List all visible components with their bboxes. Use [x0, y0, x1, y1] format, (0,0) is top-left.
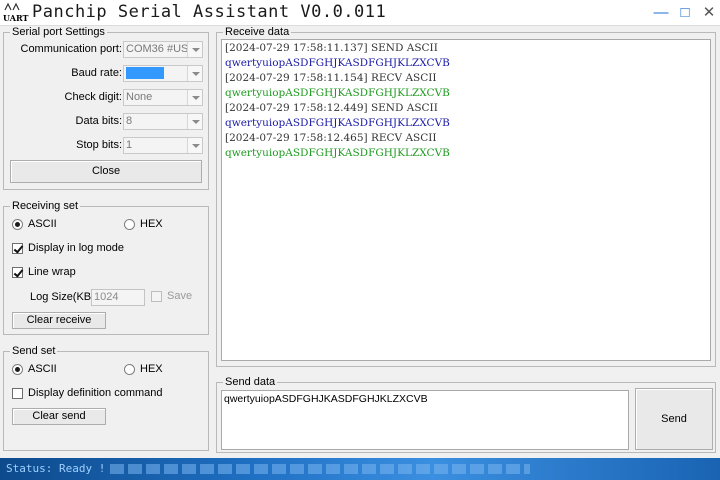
- data-bits-value: 8: [126, 115, 133, 127]
- send-ascii-label: ASCII: [28, 363, 57, 375]
- clear-send-button-label: Clear send: [32, 410, 86, 422]
- send-set-title: Send set: [10, 345, 58, 358]
- send-ascii-radio[interactable]: [12, 364, 23, 375]
- receive-hex-label: HEX: [140, 218, 163, 230]
- log-line: [2024-07-29 17:58:12.449] SEND ASCII: [222, 101, 710, 116]
- close-port-button-label: Close: [91, 165, 121, 177]
- log-line: [2024-07-29 17:58:12.465] RECV ASCII: [222, 131, 710, 146]
- chevron-down-icon[interactable]: [187, 66, 202, 81]
- log-line-text: [2024-07-29 17:58:11.137] SEND ASCII: [225, 42, 438, 54]
- log-line: [2024-07-29 17:58:11.154] RECV ASCII: [222, 71, 710, 86]
- log-line: qwertyuiopASDFGHJKASDFGHJKLZXCVB: [222, 146, 710, 161]
- check-digit-select[interactable]: None: [123, 89, 203, 106]
- receive-ascii-label: ASCII: [28, 218, 57, 230]
- wave-icon: [4, 2, 20, 11]
- send-button[interactable]: Send: [635, 388, 713, 450]
- receive-data-textarea[interactable]: [2024-07-29 17:58:11.137] SEND ASCII qwe…: [221, 39, 711, 361]
- send-hex-radio[interactable]: [124, 364, 135, 375]
- log-line-text: [2024-07-29 17:58:12.449] SEND ASCII: [225, 102, 438, 114]
- app-logo: UART: [3, 2, 29, 24]
- maximize-icon[interactable]: □: [676, 4, 694, 22]
- baud-rate-value: 115200: [126, 67, 164, 79]
- send-hex-label: HEX: [140, 363, 163, 375]
- receiving-set-title: Receiving set: [10, 200, 81, 213]
- communication-port-label: Communication port:: [20, 43, 123, 55]
- send-data-value: qwertyuiopASDFGHJKASDFGHJKLZXCVB: [224, 393, 428, 405]
- log-mode-checkbox[interactable]: [12, 243, 23, 254]
- save-log-label: Save: [167, 290, 193, 302]
- baud-rate-select[interactable]: 115200: [123, 65, 203, 82]
- send-data-group: Send data qwertyuiopASDFGHJKASDFGHJKLZXC…: [216, 376, 716, 453]
- status-bar-decoration: [110, 464, 530, 474]
- minimize-icon[interactable]: —: [652, 4, 670, 22]
- app-logo-text: UART: [3, 13, 29, 23]
- window-title: Panchip Serial Assistant V0.0.011: [32, 2, 387, 22]
- send-set-group: Send set ASCII HEX Display definition co…: [3, 345, 209, 451]
- receive-ascii-radio[interactable]: [12, 219, 23, 230]
- receive-hex-radio[interactable]: [124, 219, 135, 230]
- send-data-input[interactable]: qwertyuiopASDFGHJKASDFGHJKLZXCVB: [221, 390, 629, 450]
- title-bar: UART Panchip Serial Assistant V0.0.011 —…: [0, 0, 720, 26]
- status-bar: Status: Ready !: [0, 458, 720, 480]
- check-digit-label: Check digit:: [64, 91, 122, 103]
- definition-command-label: Display definition command: [28, 387, 163, 399]
- clear-send-button[interactable]: Clear send: [12, 408, 106, 425]
- log-line-text: [2024-07-29 17:58:12.465] RECV ASCII: [225, 132, 437, 144]
- communication-port-value: COM36 #USI: [126, 43, 188, 55]
- chevron-down-icon[interactable]: [187, 138, 202, 153]
- receive-data-group: Receive data [2024-07-29 17:58:11.137] S…: [216, 26, 716, 367]
- log-size-label: Log Size(KB):: [30, 291, 98, 303]
- log-line: [2024-07-29 17:58:11.137] SEND ASCII: [222, 41, 710, 56]
- log-size-value: 1024: [94, 291, 119, 303]
- log-mode-label: Display in log mode: [28, 242, 124, 254]
- chevron-down-icon[interactable]: [187, 90, 202, 105]
- log-line-text: qwertyuiopASDFGHJKASDFGHJKLZXCVB: [225, 87, 450, 99]
- check-digit-value: None: [126, 91, 153, 103]
- log-line: qwertyuiopASDFGHJKASDFGHJKLZXCVB: [222, 56, 710, 71]
- close-port-button[interactable]: Close: [10, 160, 202, 183]
- data-bits-select[interactable]: 8: [123, 113, 203, 130]
- log-line-text: [2024-07-29 17:58:11.154] RECV ASCII: [225, 72, 437, 84]
- stop-bits-select[interactable]: 1: [123, 137, 203, 154]
- status-text: Status: Ready !: [6, 462, 106, 475]
- log-line: qwertyuiopASDFGHJKASDFGHJKLZXCVB: [222, 116, 710, 131]
- chevron-down-icon[interactable]: [187, 42, 202, 57]
- serial-port-settings-title: Serial port Settings: [10, 26, 107, 39]
- clear-receive-button[interactable]: Clear receive: [12, 312, 106, 329]
- communication-port-select[interactable]: COM36 #USI: [123, 41, 203, 58]
- log-line-text: qwertyuiopASDFGHJKASDFGHJKLZXCVB: [225, 147, 450, 159]
- receiving-set-group: Receiving set ASCII HEX Display in log m…: [3, 200, 209, 335]
- chevron-down-icon[interactable]: [187, 114, 202, 129]
- data-bits-label: Data bits:: [75, 115, 122, 127]
- baud-rate-label: Baud rate:: [71, 67, 122, 79]
- send-data-title: Send data: [223, 376, 278, 389]
- stop-bits-value: 1: [126, 139, 133, 151]
- clear-receive-button-label: Clear receive: [26, 314, 92, 326]
- log-line-text: qwertyuiopASDFGHJKASDFGHJKLZXCVB: [225, 57, 450, 69]
- line-wrap-checkbox[interactable]: [12, 267, 23, 278]
- line-wrap-label: Line wrap: [28, 266, 76, 278]
- serial-port-settings-group: Serial port Settings Communication port:…: [3, 26, 209, 190]
- stop-bits-label: Stop bits:: [76, 139, 122, 151]
- log-line-text: qwertyuiopASDFGHJKASDFGHJKLZXCVB: [225, 117, 450, 129]
- receive-data-title: Receive data: [223, 26, 292, 39]
- definition-command-checkbox[interactable]: [12, 388, 23, 399]
- save-log-checkbox[interactable]: [151, 291, 162, 302]
- send-button-label: Send: [661, 413, 687, 425]
- log-line: qwertyuiopASDFGHJKASDFGHJKLZXCVB: [222, 86, 710, 101]
- close-icon[interactable]: ✕: [700, 4, 718, 22]
- log-size-input[interactable]: 1024: [91, 289, 145, 306]
